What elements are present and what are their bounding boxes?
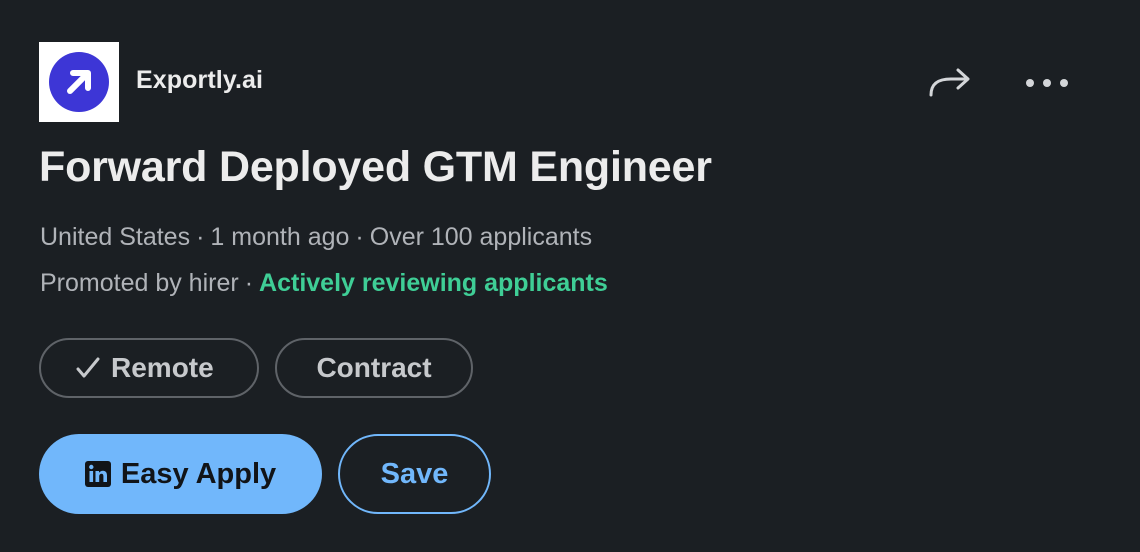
- easy-apply-button[interactable]: Easy Apply: [39, 434, 322, 514]
- more-horizontal-icon: [1025, 75, 1069, 93]
- checkmark-icon: [75, 356, 101, 380]
- promoted-label: Promoted by hirer: [40, 269, 239, 297]
- job-location: United States: [40, 223, 191, 251]
- share-button[interactable]: [922, 58, 978, 110]
- job-title[interactable]: Forward Deployed GTM Engineer: [39, 143, 712, 192]
- job-header-card: Exportly.ai Forward Deployed GTM Enginee…: [0, 0, 1140, 552]
- job-promo-line: Promoted by hirer · Actively reviewing app…: [40, 269, 608, 298]
- linkedin-icon: [84, 461, 111, 487]
- more-options-button[interactable]: [1018, 58, 1076, 110]
- company-name[interactable]: Exportly.ai: [136, 66, 263, 95]
- easy-apply-label: Easy Apply: [120, 457, 277, 490]
- separator: ·: [196, 223, 205, 251]
- save-label: Save: [380, 457, 449, 490]
- save-button[interactable]: Save: [338, 434, 491, 514]
- arrow-up-right-icon: [49, 52, 109, 112]
- hiring-status: Actively reviewing applicants: [259, 269, 608, 297]
- workplace-type-label: Remote: [111, 352, 214, 383]
- employment-type-tag[interactable]: Contract: [275, 338, 473, 398]
- workplace-type-tag[interactable]: Remote: [39, 338, 259, 398]
- separator: ·: [355, 223, 364, 251]
- employment-type-label: Contract: [316, 352, 432, 383]
- separator: ·: [244, 269, 254, 297]
- applicant-count: Over 100 applicants: [369, 223, 593, 251]
- job-meta-line: United States · 1 month ago · Over 100 appli…: [40, 223, 592, 252]
- share-arrow-icon: [927, 65, 973, 104]
- posted-time: 1 month ago: [210, 223, 350, 251]
- company-logo[interactable]: [39, 42, 119, 122]
